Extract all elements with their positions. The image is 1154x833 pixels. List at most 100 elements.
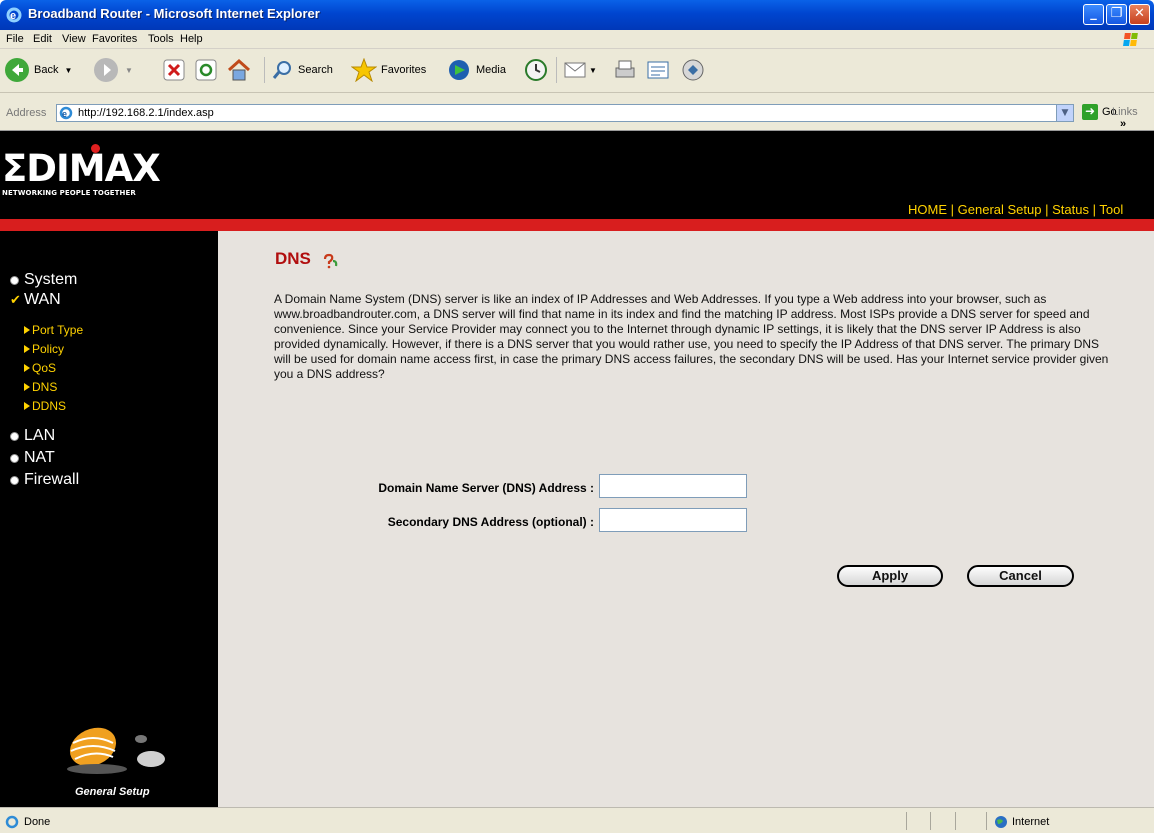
- secondary-dns-input[interactable]: [599, 508, 747, 532]
- secondary-dns-label: Secondary DNS Address (optional) :: [387, 515, 594, 529]
- address-input[interactable]: e http://192.168.2.1/index.asp ▼: [56, 104, 1074, 122]
- window-title: Broadband Router - Microsoft Internet Ex…: [28, 6, 320, 21]
- router-header: ΣDIMAX NETWORKING PEOPLE TOGETHER HOME |…: [0, 131, 1154, 219]
- sidebar-subitem-qos[interactable]: QoS: [24, 361, 56, 375]
- menu-edit[interactable]: Edit: [33, 33, 52, 45]
- nav-home[interactable]: HOME: [908, 202, 947, 217]
- sidebar-item-firewall[interactable]: Firewall: [10, 471, 79, 489]
- security-zone-text: Internet: [1012, 816, 1050, 828]
- forward-arrow-icon: [94, 58, 118, 82]
- menu-view[interactable]: View: [62, 33, 86, 45]
- browser-toolbar: Back ▼ ▼ Search Favorites Media ▼: [0, 49, 1154, 93]
- status-text: Done: [24, 816, 51, 828]
- mail-button[interactable]: ▼: [563, 55, 597, 85]
- page-title: DNS: [275, 249, 311, 268]
- search-icon: [272, 61, 291, 79]
- sidebar: System ✔ WAN Port Type Policy QoS DNS DD…: [0, 231, 218, 807]
- history-button[interactable]: [524, 55, 548, 85]
- nav-status[interactable]: Status: [1052, 202, 1089, 217]
- messenger-icon: [682, 59, 704, 81]
- back-button[interactable]: Back ▼: [4, 55, 72, 85]
- checkmark-icon: ✔: [10, 292, 21, 307]
- chevron-right-icon: »: [1120, 118, 1127, 130]
- internet-explorer-icon: e: [6, 7, 22, 23]
- cancel-button[interactable]: Cancel: [967, 565, 1074, 587]
- address-url: http://192.168.2.1/index.asp: [78, 107, 214, 119]
- menu-file[interactable]: File: [6, 33, 24, 45]
- logo-red-dot: [91, 144, 100, 153]
- stop-button[interactable]: [163, 55, 185, 85]
- menu-favorites[interactable]: Favorites: [92, 33, 137, 45]
- primary-dns-input[interactable]: [599, 474, 747, 498]
- bullet-icon: [10, 431, 19, 441]
- sidebar-item-wan[interactable]: ✔ WAN: [10, 291, 61, 309]
- go-arrow-icon: ➜: [1082, 104, 1098, 120]
- triangle-bullet-icon: [24, 345, 30, 353]
- history-icon: [525, 59, 547, 81]
- dns-description: A Domain Name System (DNS) server is lik…: [274, 292, 1109, 381]
- svg-text:e: e: [10, 10, 16, 22]
- media-button[interactable]: Media: [446, 55, 506, 85]
- internet-zone-icon: [995, 816, 1007, 828]
- page-icon: e: [59, 106, 73, 120]
- address-label: Address: [6, 107, 47, 119]
- mail-dropdown-icon[interactable]: ▼: [589, 66, 597, 75]
- triangle-bullet-icon: [24, 402, 30, 410]
- minimize-button[interactable]: _: [1083, 4, 1104, 25]
- windows-logo-icon: [1123, 33, 1138, 46]
- sidebar-item-nat[interactable]: NAT: [10, 449, 55, 467]
- address-bar: Address e http://192.168.2.1/index.asp ▼…: [0, 93, 1154, 131]
- triangle-bullet-icon: [24, 383, 30, 391]
- home-icon: [227, 58, 251, 81]
- back-arrow-icon: [5, 58, 29, 82]
- logo-tagline: NETWORKING PEOPLE TOGETHER: [2, 189, 136, 197]
- triangle-bullet-icon: [24, 364, 30, 372]
- sidebar-item-lan[interactable]: LAN: [10, 427, 55, 445]
- header-divider: [0, 219, 1154, 231]
- home-button[interactable]: [226, 55, 252, 85]
- search-button[interactable]: Search: [272, 55, 333, 85]
- general-setup-label: General Setup: [75, 786, 150, 798]
- primary-dns-label: Domain Name Server (DNS) Address :: [378, 481, 594, 495]
- nav-tools[interactable]: Tool: [1099, 202, 1123, 217]
- edimax-logo: ΣDIMAX NETWORKING PEOPLE TOGETHER: [2, 144, 177, 201]
- nav-general-setup[interactable]: General Setup: [958, 202, 1042, 217]
- menu-help[interactable]: Help: [180, 33, 203, 45]
- svg-text:e: e: [62, 109, 67, 119]
- back-dropdown-icon[interactable]: ▼: [64, 66, 72, 75]
- star-icon: [351, 58, 377, 82]
- triangle-bullet-icon: [24, 326, 30, 334]
- printer-icon: [615, 60, 635, 78]
- maximize-button[interactable]: ❐: [1106, 4, 1127, 25]
- favorites-button[interactable]: Favorites: [351, 55, 426, 85]
- menu-tools[interactable]: Tools: [148, 33, 174, 45]
- refresh-icon: [195, 59, 217, 81]
- sidebar-subitem-ddns[interactable]: DDNS: [24, 399, 66, 413]
- messenger-button[interactable]: [680, 55, 706, 85]
- page-done-icon: [5, 815, 19, 829]
- media-icon: [449, 60, 469, 80]
- close-button[interactable]: ✕: [1129, 4, 1150, 25]
- menu-bar: File Edit View Favorites Tools Help: [0, 30, 1154, 49]
- top-navigation: HOME | General Setup | Status | Tool: [908, 202, 1124, 217]
- sidebar-item-system[interactable]: System: [10, 271, 77, 289]
- forward-button[interactable]: ▼: [93, 55, 133, 85]
- forward-dropdown-icon[interactable]: ▼: [125, 66, 133, 75]
- help-icon[interactable]: [321, 253, 339, 269]
- bullet-icon: [10, 453, 19, 463]
- sidebar-subitem-dns[interactable]: DNS: [24, 380, 57, 394]
- sidebar-subitem-policy[interactable]: Policy: [24, 342, 64, 356]
- edit-page-icon: [647, 61, 669, 79]
- refresh-button[interactable]: [195, 55, 217, 85]
- stop-icon: [163, 59, 185, 81]
- sidebar-subitem-port-type[interactable]: Port Type: [24, 323, 83, 337]
- general-setup-graphic-icon: [67, 727, 165, 774]
- address-dropdown-icon[interactable]: ▼: [1056, 105, 1073, 121]
- mail-icon: [564, 62, 586, 78]
- links-button[interactable]: Links »: [1112, 106, 1154, 130]
- bullet-icon: [10, 475, 19, 485]
- edit-button[interactable]: [645, 55, 671, 85]
- apply-button[interactable]: Apply: [837, 565, 943, 587]
- print-button[interactable]: [612, 55, 638, 85]
- window-title-bar[interactable]: e Broadband Router - Microsoft Internet …: [0, 0, 1154, 30]
